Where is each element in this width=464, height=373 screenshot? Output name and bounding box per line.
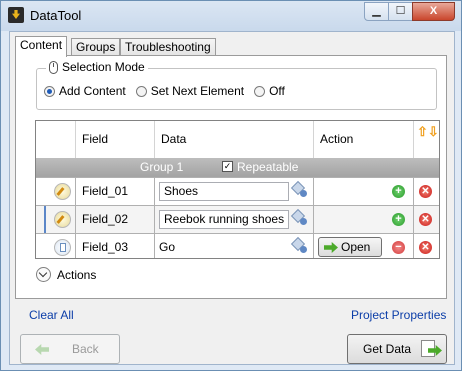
selection-mode-group: Selection Mode Add Content Set Next Elem… <box>36 60 437 110</box>
tab-troubleshooting[interactable]: Troubleshooting <box>120 38 216 56</box>
radio-label: Set Next Element <box>150 84 245 98</box>
selection-mode-title: Selection Mode <box>62 60 145 74</box>
sort-header[interactable]: ⇧⇩ <box>414 121 439 158</box>
add-icon[interactable]: + <box>392 213 405 226</box>
row-icon-cell <box>36 178 76 205</box>
app-icon <box>8 7 24 23</box>
radio-label: Off <box>269 84 285 98</box>
project-properties-link[interactable]: Project Properties <box>351 308 446 322</box>
row-selector-marker <box>44 206 46 233</box>
delete-cell: ✕ <box>414 234 439 258</box>
table-row[interactable]: Field_01 Shoes + ✕ <box>36 177 439 205</box>
delete-cell: ✕ <box>414 206 439 233</box>
group-name: Group 1 <box>140 160 184 174</box>
back-button[interactable]: Back <box>20 334 120 364</box>
clear-all-link[interactable]: Clear All <box>29 308 74 322</box>
remove-icon[interactable]: − <box>392 241 405 254</box>
arrow-right-icon <box>324 242 338 253</box>
table-row[interactable]: Field_03 Go Open − ✕ <box>36 233 439 258</box>
actions-label: Actions <box>57 267 97 282</box>
maximize-button[interactable]: ☐ <box>388 2 413 21</box>
data-input[interactable]: Reebok running shoes <box>159 210 289 229</box>
action-cell: + <box>314 178 414 205</box>
radio-indicator[interactable] <box>135 85 147 97</box>
chevron-down-icon[interactable] <box>36 267 51 282</box>
field-name: Field_03 <box>76 234 155 258</box>
data-cell: Go <box>155 234 314 258</box>
tab-groups[interactable]: Groups <box>71 38 121 56</box>
field-name: Field_01 <box>76 178 155 205</box>
action-cell: + <box>314 206 414 233</box>
get-data-label: Get Data <box>363 342 412 356</box>
repeatable-checkbox[interactable]: ✓ <box>222 161 233 172</box>
actions-expander[interactable]: Actions <box>36 267 96 282</box>
client-area: Content Groups Troubleshooting Selection… <box>9 31 455 365</box>
data-column-header[interactable]: Data <box>155 121 314 158</box>
data-cell: Reebok running shoes <box>155 206 314 233</box>
repeatable-label: Repeatable <box>237 160 299 174</box>
row-icon-cell <box>36 234 76 258</box>
field-column-header[interactable]: Field <box>76 121 155 158</box>
delete-icon[interactable]: ✕ <box>419 213 432 226</box>
data-value[interactable]: Go <box>159 234 175 258</box>
selection-mode-header: Selection Mode <box>46 60 148 74</box>
action-column-header[interactable]: Action <box>314 121 414 158</box>
table-row[interactable]: Field_02 Reebok running shoes + ✕ <box>36 205 439 233</box>
sort-up-icon[interactable]: ⇧ <box>417 124 428 139</box>
delete-icon[interactable]: ✕ <box>419 185 432 198</box>
radio-indicator-selected[interactable] <box>44 85 55 97</box>
action-cell: Open − <box>314 234 414 258</box>
element-picker-icon[interactable] <box>293 183 307 197</box>
field-name: Field_02 <box>76 206 155 233</box>
open-button[interactable]: Open <box>318 237 382 257</box>
selection-mode-options: Add Content Set Next Element Off <box>44 84 295 98</box>
tab-content[interactable]: Content <box>15 36 68 57</box>
datatool-window: DataTool ▁ ☐ X Content Groups Troublesho… <box>0 0 462 371</box>
radio-add-content[interactable]: Add Content <box>44 84 126 98</box>
edit-icon <box>54 183 71 200</box>
get-data-button[interactable]: Get Data <box>347 334 447 364</box>
add-icon[interactable]: + <box>392 185 405 198</box>
data-cell: Shoes <box>155 178 314 205</box>
window-title: DataTool <box>30 8 82 23</box>
open-button-label: Open <box>341 240 371 254</box>
delete-cell: ✕ <box>414 178 439 205</box>
minimize-button[interactable]: ▁ <box>364 2 389 21</box>
edit-icon <box>54 211 71 228</box>
delete-icon[interactable]: ✕ <box>419 241 432 254</box>
element-picker-icon[interactable] <box>293 239 307 253</box>
data-input[interactable]: Shoes <box>159 182 289 201</box>
radio-set-next-element[interactable]: Set Next Element <box>135 84 245 98</box>
title-bar[interactable]: DataTool ▁ ☐ X <box>1 1 461 31</box>
group-row[interactable]: Group 1 ✓ Repeatable <box>36 158 439 177</box>
radio-indicator[interactable] <box>254 85 266 97</box>
back-button-label: Back <box>72 342 99 356</box>
content-panel: Selection Mode Add Content Set Next Elem… <box>15 55 447 299</box>
mouse-icon <box>49 60 58 74</box>
radio-label: Add Content <box>59 84 126 98</box>
close-button[interactable]: X <box>412 2 455 21</box>
back-arrow-icon <box>35 344 49 355</box>
radio-off[interactable]: Off <box>254 84 285 98</box>
sort-down-icon[interactable]: ⇩ <box>428 124 439 139</box>
document-icon <box>54 239 71 256</box>
row-header-column <box>36 121 76 158</box>
row-icon-cell <box>36 206 76 233</box>
element-picker-icon[interactable] <box>293 211 307 225</box>
fields-grid: Field Data Action ⇧⇩ Group 1 ✓ Repeatabl… <box>35 120 440 259</box>
